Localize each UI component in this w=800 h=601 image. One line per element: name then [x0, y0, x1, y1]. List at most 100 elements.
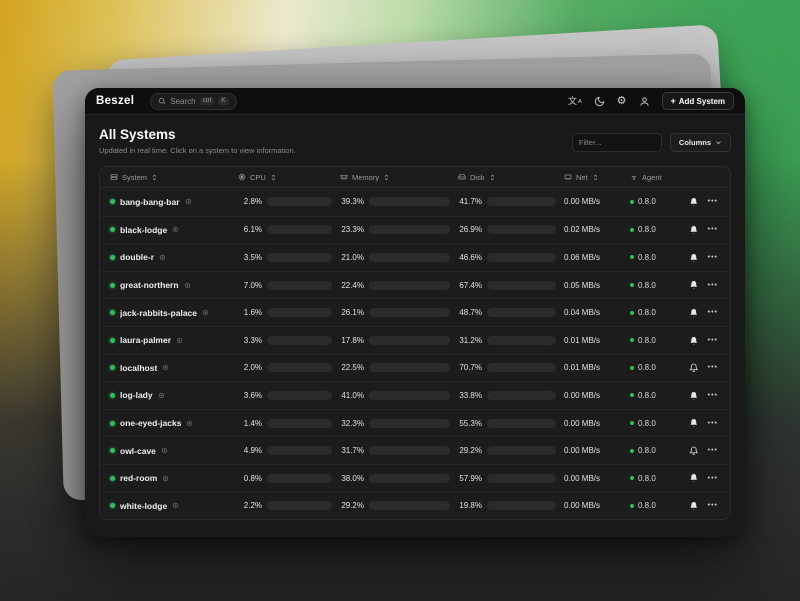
- top-navigation-bar: Beszel Search ctrl K Add System: [85, 88, 745, 115]
- bell-icon[interactable]: [689, 225, 699, 235]
- table-row[interactable]: black-lodge 6.1% 23.3% 26.9% 0.02 MB/s 0…: [100, 216, 730, 244]
- disk-bar: [487, 419, 556, 428]
- memory-value: 41.0%: [340, 391, 364, 400]
- agent-cell: 0.8.0: [630, 225, 674, 234]
- column-header-agent[interactable]: Agent: [630, 173, 674, 182]
- table-row[interactable]: localhost 2.0% 22.5% 70.7% 0.01 MB/s 0.8…: [100, 354, 730, 382]
- row-actions: [682, 336, 720, 346]
- column-header-memory[interactable]: Memory: [340, 173, 450, 182]
- bell-icon[interactable]: [689, 336, 699, 346]
- language-icon[interactable]: [568, 97, 582, 106]
- user-icon[interactable]: [639, 96, 650, 107]
- system-cell: double-r: [110, 252, 230, 262]
- filter-input[interactable]: [572, 133, 662, 152]
- column-header-disk[interactable]: Disk: [458, 173, 556, 182]
- beszel-logo: Beszel: [96, 95, 134, 107]
- net-value: 0.01 MB/s: [564, 363, 622, 372]
- system-cell: localhost: [110, 363, 230, 373]
- agent-status-dot: [630, 338, 634, 342]
- more-menu-icon[interactable]: [708, 198, 718, 205]
- cpu-cell: 7.0%: [238, 281, 332, 290]
- cpu-value: 2.2%: [238, 501, 262, 510]
- net-value: 0.04 MB/s: [564, 308, 622, 317]
- column-label: Memory: [352, 173, 379, 182]
- settings-gear-icon[interactable]: [617, 96, 627, 107]
- disk-value: 70.7%: [458, 363, 482, 372]
- memory-cell: 38.0%: [340, 474, 450, 483]
- table-row[interactable]: log-lady 3.6% 41.0% 33.8% 0.00 MB/s 0.8.…: [100, 381, 730, 409]
- bell-icon[interactable]: [689, 418, 699, 428]
- more-menu-icon[interactable]: [708, 254, 718, 261]
- agent-status-dot: [630, 200, 634, 204]
- system-cell: log-lady: [110, 390, 230, 400]
- systems-table: System CPU Memory Disk: [99, 166, 731, 520]
- table-row[interactable]: owl-cave 4.9% 31.7% 29.2% 0.00 MB/s 0.8.…: [100, 436, 730, 464]
- view-system-icon: [162, 364, 169, 371]
- add-system-label: Add System: [679, 97, 725, 106]
- disk-bar: [487, 336, 556, 345]
- more-menu-icon[interactable]: [708, 475, 718, 482]
- row-actions: [682, 418, 720, 428]
- agent-cell: 0.8.0: [630, 474, 674, 483]
- memory-cell: 31.7%: [340, 446, 450, 455]
- agent-version: 0.8.0: [638, 197, 656, 206]
- table-row[interactable]: jack-rabbits-palace 1.6% 26.1% 48.7% 0.0…: [100, 298, 730, 326]
- agent-cell: 0.8.0: [630, 446, 674, 455]
- add-system-button[interactable]: Add System: [662, 92, 735, 110]
- disk-cell: 41.7%: [458, 197, 556, 206]
- more-menu-icon[interactable]: [708, 337, 718, 344]
- columns-button[interactable]: Columns: [670, 133, 731, 152]
- more-menu-icon[interactable]: [708, 502, 718, 509]
- cpu-bar: [267, 501, 332, 510]
- column-label: Net: [576, 173, 588, 182]
- cpu-bar: [267, 446, 332, 455]
- more-menu-icon[interactable]: [708, 309, 718, 316]
- bell-icon[interactable]: [689, 473, 699, 483]
- bell-icon[interactable]: [689, 308, 699, 318]
- agent-status-dot: [630, 283, 634, 287]
- column-header-cpu[interactable]: CPU: [238, 173, 332, 182]
- search-input[interactable]: Search ctrl K: [150, 93, 236, 110]
- bell-icon[interactable]: [689, 363, 699, 373]
- table-row[interactable]: great-northern 7.0% 22.4% 67.4% 0.05 MB/…: [100, 271, 730, 299]
- bell-icon[interactable]: [689, 501, 699, 511]
- table-body: bang-bang-bar 2.8% 39.3% 41.7% 0.00 MB/s…: [100, 188, 730, 519]
- table-row[interactable]: bang-bang-bar 2.8% 39.3% 41.7% 0.00 MB/s…: [100, 188, 730, 216]
- column-header-system[interactable]: System: [110, 173, 230, 182]
- agent-status-dot: [630, 228, 634, 232]
- more-menu-icon[interactable]: [708, 226, 718, 233]
- disk-cell: 26.9%: [458, 225, 556, 234]
- bell-icon[interactable]: [689, 280, 699, 290]
- column-header-net[interactable]: Net: [564, 173, 622, 182]
- more-menu-icon[interactable]: [708, 447, 718, 454]
- memory-cell: 21.0%: [340, 253, 450, 262]
- table-row[interactable]: one-eyed-jacks 1.4% 32.3% 55.3% 0.00 MB/…: [100, 409, 730, 437]
- memory-value: 22.5%: [340, 363, 364, 372]
- table-row[interactable]: red-room 0.8% 38.0% 57.9% 0.00 MB/s 0.8.…: [100, 464, 730, 492]
- bell-icon[interactable]: [689, 197, 699, 207]
- table-row[interactable]: double-r 3.5% 21.0% 46.6% 0.06 MB/s 0.8.…: [100, 243, 730, 271]
- more-menu-icon[interactable]: [708, 392, 718, 399]
- net-value: 0.05 MB/s: [564, 281, 622, 290]
- table-row[interactable]: laura-palmer 3.3% 17.8% 31.2% 0.01 MB/s …: [100, 326, 730, 354]
- more-menu-icon[interactable]: [708, 282, 718, 289]
- more-menu-icon[interactable]: [708, 420, 718, 427]
- system-name: double-r: [120, 252, 154, 262]
- bell-icon[interactable]: [689, 253, 699, 263]
- cpu-bar: [267, 391, 332, 400]
- disk-cell: 33.8%: [458, 391, 556, 400]
- memory-value: 21.0%: [340, 253, 364, 262]
- disk-value: 67.4%: [458, 281, 482, 290]
- theme-toggle-moon-icon[interactable]: [594, 96, 605, 107]
- agent-status-dot: [630, 504, 634, 508]
- cpu-value: 4.9%: [238, 446, 262, 455]
- disk-value: 57.9%: [458, 474, 482, 483]
- row-actions: [682, 308, 720, 318]
- memory-bar: [369, 419, 450, 428]
- table-row[interactable]: white-lodge 2.2% 29.2% 19.8% 0.00 MB/s 0…: [100, 492, 730, 520]
- more-menu-icon[interactable]: [708, 364, 718, 371]
- bell-icon[interactable]: [689, 446, 699, 456]
- disk-bar: [487, 281, 556, 290]
- bell-icon[interactable]: [689, 391, 699, 401]
- memory-cell: 23.3%: [340, 225, 450, 234]
